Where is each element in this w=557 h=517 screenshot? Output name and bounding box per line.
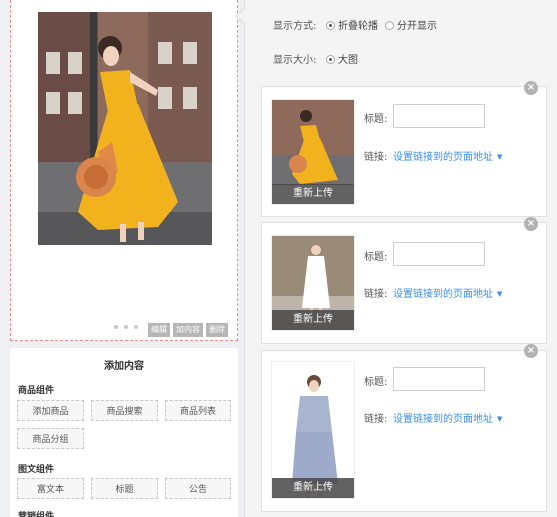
title-input[interactable] [393, 367, 485, 391]
component-richtext[interactable]: 富文本 [17, 478, 84, 499]
reupload-button[interactable]: 重新上传 [272, 310, 354, 330]
component-goods-group[interactable]: 商品分组 [17, 428, 84, 449]
delete-button[interactable]: 删除 [206, 323, 228, 337]
image-item-card: 重新上传 标题: 链接: 设置链接到的页面地址 ▼ [261, 222, 547, 344]
radio-checked-icon[interactable] [326, 55, 335, 64]
display-mode-option-carousel[interactable]: 折叠轮播 [326, 17, 378, 32]
set-link-dropdown[interactable]: 设置链接到的页面地址 ▼ [393, 148, 502, 163]
preview-actions: 编辑 加内容 删除 [148, 323, 228, 337]
component-notice[interactable]: 公告 [165, 478, 231, 499]
item-thumbnail[interactable]: 重新上传 [271, 235, 355, 331]
reupload-button[interactable]: 重新上传 [272, 184, 354, 204]
title-input[interactable] [393, 104, 485, 128]
title-field-label: 标题: [364, 252, 388, 263]
chevron-down-icon: ▼ [497, 290, 503, 298]
chevron-down-icon: ▼ [497, 415, 503, 423]
component-goods-search[interactable]: 商品搜索 [91, 400, 158, 421]
radio-unchecked-icon[interactable] [385, 21, 394, 30]
close-icon[interactable]: × [524, 344, 538, 358]
image-item-card: 重新上传 标题: 链接: 设置链接到的页面地址 ▼ [261, 350, 547, 512]
group-title-marketing: 营销组件 [18, 512, 55, 517]
set-link-dropdown[interactable]: 设置链接到的页面地址 ▼ [393, 410, 502, 425]
title-input[interactable] [393, 242, 485, 266]
display-size-option-large[interactable]: 大图 [326, 51, 358, 66]
item-thumbnail[interactable]: 重新上传 [271, 361, 355, 499]
left-panel: 编辑 加内容 删除 添加内容 商品组件 添加商品 商品搜索 商品列表 商品分组 … [0, 0, 244, 517]
component-goods-list[interactable]: 商品列表 [165, 400, 231, 421]
preview-photo [38, 12, 212, 245]
link-field-label: 链接: [364, 152, 388, 163]
chevron-down-icon: ▼ [497, 153, 503, 161]
image-item-card: 重新上传 标题: 链接: 设置链接到的页面地址 ▼ [261, 86, 547, 217]
set-link-dropdown[interactable]: 设置链接到的页面地址 ▼ [393, 285, 502, 300]
settings-panel: 显示方式: 折叠轮播 分开显示 显示大小: 大图 重新上传 标题: 链接: 设置… [235, 0, 557, 517]
display-mode-option-separate[interactable]: 分开显示 [385, 17, 437, 32]
item-thumbnail[interactable]: 重新上传 [271, 99, 355, 205]
display-mode-label: 显示方式: [273, 21, 317, 32]
carousel-preview[interactable]: 编辑 加内容 删除 [10, 0, 238, 341]
add-content-button[interactable]: 加内容 [173, 323, 203, 337]
link-field-label: 链接: [364, 289, 388, 300]
close-icon[interactable]: × [524, 217, 538, 231]
reupload-button[interactable]: 重新上传 [272, 478, 354, 498]
link-field-label: 链接: [364, 414, 388, 425]
edit-button[interactable]: 编辑 [148, 323, 170, 337]
component-add-goods[interactable]: 添加商品 [17, 400, 84, 421]
title-field-label: 标题: [364, 377, 388, 388]
group-title-goods: 商品组件 [18, 386, 55, 396]
display-size-label: 显示大小: [273, 55, 317, 66]
close-icon[interactable]: × [524, 81, 538, 95]
group-title-richtext: 图文组件 [18, 465, 55, 475]
add-content-title: 添加内容 [104, 361, 144, 372]
radio-checked-icon[interactable] [326, 21, 335, 30]
add-content-panel: 添加内容 商品组件 添加商品 商品搜索 商品列表 商品分组 图文组件 富文本 标… [10, 348, 238, 517]
carousel-dots[interactable] [114, 325, 138, 329]
component-heading[interactable]: 标题 [91, 478, 158, 499]
title-field-label: 标题: [364, 114, 388, 125]
